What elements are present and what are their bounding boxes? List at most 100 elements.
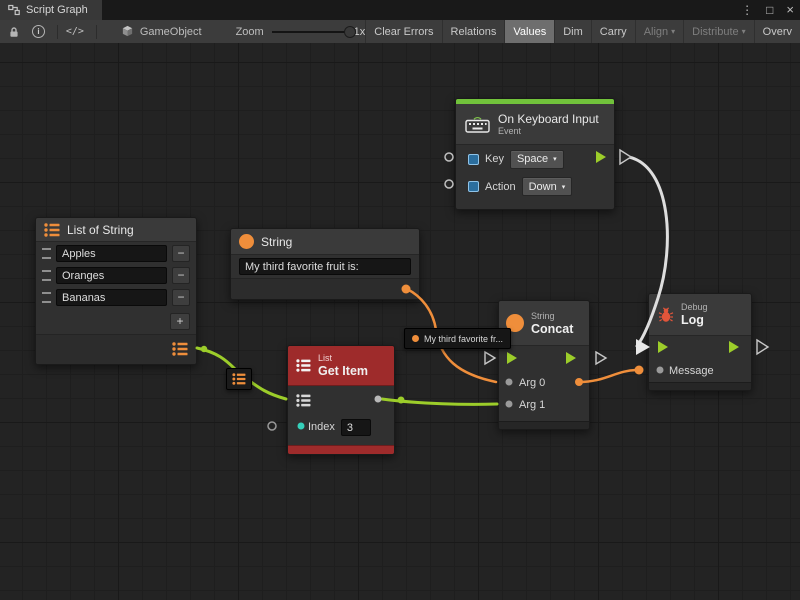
key-input-connector-icon[interactable] <box>445 153 453 161</box>
node-concat[interactable]: String Concat Arg 0 Arg 1 <box>498 300 590 430</box>
align-button[interactable]: Align ▾ <box>635 20 683 43</box>
node-header[interactable]: String Concat <box>499 301 589 346</box>
string-value-field[interactable]: My third favorite fruit is: <box>239 258 411 275</box>
drag-handle-icon[interactable] <box>42 248 51 259</box>
action-dropdown[interactable]: Down ▾ <box>522 177 573 196</box>
maximize-icon[interactable]: □ <box>766 0 773 20</box>
list-output-row <box>36 334 196 364</box>
list-icon <box>296 359 311 372</box>
values-button[interactable]: Values <box>504 20 554 43</box>
index-outer-connector-icon[interactable] <box>268 422 276 430</box>
node-log[interactable]: Debug Log Message <box>648 293 752 391</box>
drag-handle-icon[interactable] <box>42 292 51 303</box>
node-string-literal[interactable]: String My third favorite fruit is: <box>230 228 420 300</box>
orange-wire-end-dot[interactable] <box>635 366 644 375</box>
relations-button[interactable]: Relations <box>442 20 505 43</box>
drag-handle-icon[interactable] <box>42 270 51 281</box>
node-header[interactable]: String <box>231 229 419 255</box>
clear-errors-button[interactable]: Clear Errors <box>365 20 441 43</box>
green-wire-start-dot[interactable] <box>201 346 207 352</box>
list-add-row: + <box>36 308 196 334</box>
carry-button[interactable]: Carry <box>591 20 635 43</box>
key-type-icon <box>468 181 479 192</box>
key-label: Key <box>485 153 504 165</box>
info-icon[interactable]: i <box>32 25 45 38</box>
chevron-down-icon: ▾ <box>553 155 557 163</box>
keyboard-flow-connector-icon[interactable] <box>620 150 631 164</box>
string-type-icon <box>239 234 254 249</box>
node-title: Log <box>681 313 708 327</box>
node-title: On Keyboard Input <box>498 112 599 126</box>
zoom-label: Zoom <box>236 26 264 38</box>
window-controls: ⋮ □ × <box>741 0 794 20</box>
string-output-row <box>231 278 419 299</box>
node-header[interactable]: Debug Log <box>649 294 751 336</box>
zoom-slider-track <box>272 31 348 33</box>
action-input-connector-icon[interactable] <box>445 180 453 188</box>
index-label: Index <box>308 421 335 433</box>
keyboard-icon <box>465 116 490 133</box>
overview-button[interactable]: Overv <box>754 20 800 43</box>
wire-value-preview: My third favorite fr... <box>404 328 511 349</box>
distribute-button[interactable]: Distribute ▾ <box>683 20 753 43</box>
green-wire-start-dot[interactable] <box>398 397 405 404</box>
gameobject-icon <box>121 25 134 38</box>
list-item-row: Oranges − <box>36 264 196 286</box>
close-icon[interactable]: × <box>786 0 794 20</box>
list-input-row <box>288 386 394 414</box>
code-icon[interactable]: </> <box>66 26 84 37</box>
list-item-row: Bananas − <box>36 286 196 308</box>
list-output-port-icon[interactable] <box>172 342 188 356</box>
add-item-button[interactable]: + <box>170 313 190 330</box>
flow-row <box>499 346 589 372</box>
lock-icon[interactable] <box>8 26 20 38</box>
message-label: Message <box>669 365 714 377</box>
node-category: String <box>531 311 573 322</box>
list-item-field[interactable]: Apples <box>56 245 167 262</box>
remove-item-button[interactable]: − <box>172 267 190 284</box>
key-type-icon <box>468 154 479 165</box>
node-list-of-string[interactable]: List of String Apples − Oranges − Banana… <box>35 217 197 365</box>
gameobject-label: GameObject <box>140 26 202 38</box>
log-flow-out-connector-icon[interactable] <box>757 340 768 354</box>
unity-script-graph-window: Script Graph ⋮ □ × i </> GameObject Zo <box>0 0 800 600</box>
error-accent-bar <box>288 445 394 454</box>
toolbar-buttons: Clear Errors Relations Values Dim Carry … <box>365 20 800 43</box>
node-get-item[interactable]: List Get Item Index 3 <box>287 345 395 455</box>
remove-item-button[interactable]: − <box>172 245 190 262</box>
concat-flow-out-connector-icon[interactable] <box>596 352 606 364</box>
tab-script-graph[interactable]: Script Graph <box>0 0 102 20</box>
node-title: String <box>261 235 292 249</box>
arg1-row: Arg 1 <box>499 394 589 416</box>
graph-canvas[interactable]: List of String Apples − Oranges − Banana… <box>0 43 800 600</box>
concat-flow-in-connector-icon[interactable] <box>485 352 495 364</box>
dim-button[interactable]: Dim <box>554 20 591 43</box>
key-dropdown[interactable]: Space ▾ <box>510 150 564 169</box>
window-tab-bar: Script Graph ⋮ □ × <box>0 0 800 20</box>
zoom-slider-knob[interactable] <box>344 26 356 38</box>
window-menu-icon[interactable]: ⋮ <box>741 0 753 20</box>
zoom-slider[interactable] <box>272 26 348 38</box>
arg0-label: Arg 0 <box>519 377 545 389</box>
index-field[interactable]: 3 <box>341 419 371 436</box>
remove-item-button[interactable]: − <box>172 289 190 306</box>
node-title: List of String <box>67 223 134 237</box>
list-item-field[interactable]: Bananas <box>56 289 167 306</box>
list-item-field[interactable]: Oranges <box>56 267 167 284</box>
node-on-keyboard-input[interactable]: On Keyboard Input Event Key Space ▾ Acti… <box>455 98 615 210</box>
node-title: Concat <box>531 322 573 336</box>
chevron-down-icon: ▾ <box>671 27 675 36</box>
list-input-port-icon[interactable] <box>296 394 311 407</box>
bug-icon <box>658 307 674 323</box>
node-category: Debug <box>681 302 708 313</box>
node-subtitle: Event <box>498 126 599 137</box>
node-header[interactable]: List Get Item <box>288 346 394 386</box>
node-header[interactable]: On Keyboard Input Event <box>456 104 614 145</box>
node-header[interactable]: List of String <box>36 218 196 242</box>
toolbar-separator <box>96 25 97 39</box>
key-row: Key Space ▾ <box>456 145 614 173</box>
chevron-down-icon: ▾ <box>742 27 746 36</box>
arg1-label: Arg 1 <box>519 399 545 411</box>
tab-title: Script Graph <box>26 4 88 16</box>
wire-getitem-to-concat-arg1[interactable] <box>382 399 497 404</box>
